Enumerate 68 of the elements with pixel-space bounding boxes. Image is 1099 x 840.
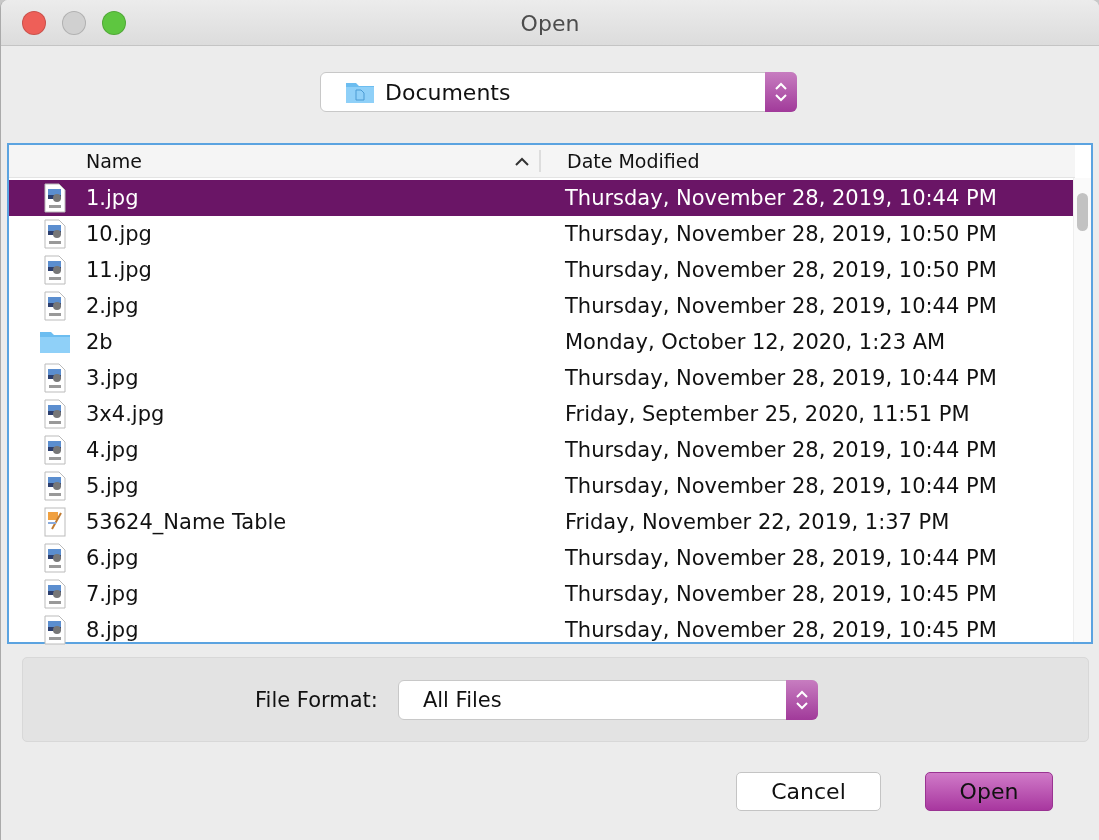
jpeg-file-icon bbox=[44, 435, 66, 465]
file-format-dropdown[interactable]: All Files bbox=[397, 679, 818, 720]
file-row[interactable]: 5.jpg Thursday, November 28, 2019, 10:44 PM bbox=[9, 468, 1074, 504]
file-name: 11.jpg bbox=[86, 258, 153, 282]
jpeg-file-icon bbox=[44, 255, 66, 285]
file-name: 1.jpg bbox=[86, 186, 140, 210]
scrollbar-thumb[interactable] bbox=[1077, 193, 1088, 231]
file-row[interactable]: 4.jpg Thursday, November 28, 2019, 10:44 PM bbox=[9, 432, 1074, 468]
jpeg-file-icon bbox=[44, 183, 66, 213]
dropdown-value: All Files bbox=[422, 687, 502, 712]
column-header[interactable]: Date Modified bbox=[541, 145, 700, 177]
jpeg-file-icon bbox=[44, 471, 66, 501]
window-title: Open bbox=[520, 11, 580, 36]
date-modified: Friday, November 22, 2019, 1:37 PM bbox=[565, 510, 950, 534]
date-modified: Thursday, November 28, 2019, 10:50 PM bbox=[565, 258, 997, 282]
date-modified: Thursday, November 28, 2019, 10:44 PM bbox=[565, 546, 997, 570]
file-name: 3.jpg bbox=[86, 366, 140, 390]
file-name: 10.jpg bbox=[86, 222, 153, 246]
date-modified: Thursday, November 28, 2019, 10:44 PM bbox=[565, 366, 997, 390]
folder-icon bbox=[345, 80, 375, 104]
file-row[interactable]: 3x4.jpg Friday, September 25, 2020, 11:51 PM bbox=[9, 396, 1074, 432]
file-row[interactable]: 2.jpg Thursday, November 28, 2019, 10:44 PM bbox=[9, 288, 1074, 324]
file-row[interactable]: 1.jpg Thursday, November 28, 2019, 10:44 PM bbox=[9, 180, 1074, 216]
date-modified: Thursday, November 28, 2019, 10:45 PM bbox=[565, 618, 997, 642]
stepper-icon bbox=[794, 688, 809, 711]
file-name: 8.jpg bbox=[86, 618, 140, 642]
file-row[interactable]: 11.jpg Thursday, November 28, 2019, 10:50 PM bbox=[9, 252, 1074, 288]
file-row[interactable]: 3.jpg Thursday, November 28, 2019, 10:44 PM bbox=[9, 360, 1074, 396]
date-modified: Thursday, November 28, 2019, 10:44 PM bbox=[565, 294, 997, 318]
file-name: 6.jpg bbox=[86, 546, 140, 570]
jpeg-file-icon bbox=[44, 579, 66, 609]
jpeg-file-icon bbox=[44, 399, 66, 429]
file-row[interactable]: 53624_Name Table Friday, November 22, 2019, 1:37 PM bbox=[9, 504, 1074, 540]
location-dropdown[interactable]: Documents bbox=[320, 72, 797, 112]
open-button[interactable]: Open bbox=[925, 772, 1053, 811]
file-row[interactable]: 6.jpg Thursday, November 28, 2019, 10:44 PM bbox=[9, 540, 1074, 576]
scrollbar[interactable] bbox=[1073, 178, 1091, 642]
date-modified: Friday, September 25, 2020, 11:51 PM bbox=[565, 402, 970, 426]
folder-icon bbox=[39, 330, 71, 354]
file-name: 5.jpg bbox=[86, 474, 140, 498]
date-modified: Thursday, November 28, 2019, 10:44 PM bbox=[565, 438, 997, 462]
zoom-button[interactable] bbox=[102, 10, 126, 35]
date-modified: Monday, October 12, 2020, 1:23 AM bbox=[565, 330, 946, 354]
close-button[interactable] bbox=[22, 10, 46, 35]
file-name: 2.jpg bbox=[86, 294, 140, 318]
file-name: 2b bbox=[86, 330, 114, 354]
file-name: 53624_Name Table bbox=[86, 510, 288, 534]
jpeg-file-icon bbox=[44, 291, 66, 321]
location-value: Documents bbox=[385, 79, 511, 105]
file-format-label: File Format: bbox=[255, 687, 378, 712]
date-modified: Thursday, November 28, 2019, 10:44 PM bbox=[565, 186, 997, 210]
date-modified: Thursday, November 28, 2019, 10:50 PM bbox=[565, 222, 997, 246]
jpeg-file-icon bbox=[44, 543, 66, 573]
file-name: 3x4.jpg bbox=[86, 402, 166, 426]
file-row[interactable]: 7.jpg Thursday, November 28, 2019, 10:45 PM bbox=[9, 576, 1074, 612]
file-row[interactable]: 2b Monday, October 12, 2020, 1:23 AM bbox=[9, 324, 1074, 360]
column-header[interactable]: Name bbox=[9, 150, 541, 172]
jpeg-file-icon bbox=[44, 219, 66, 249]
file-name: 7.jpg bbox=[86, 582, 140, 606]
stepper-icon bbox=[774, 81, 788, 103]
jpeg-file-icon bbox=[44, 363, 66, 393]
file-name: 4.jpg bbox=[86, 438, 140, 462]
date-modified: Thursday, November 28, 2019, 10:45 PM bbox=[565, 582, 997, 606]
date-modified: Thursday, November 28, 2019, 10:44 PM bbox=[565, 474, 997, 498]
document-icon bbox=[44, 507, 66, 537]
file-row[interactable]: 8.jpg Thursday, November 28, 2019, 10:45 PM bbox=[9, 612, 1074, 648]
file-row[interactable]: 10.jpg Thursday, November 28, 2019, 10:50 PM bbox=[9, 216, 1074, 252]
cancel-button[interactable]: Cancel bbox=[736, 772, 881, 811]
